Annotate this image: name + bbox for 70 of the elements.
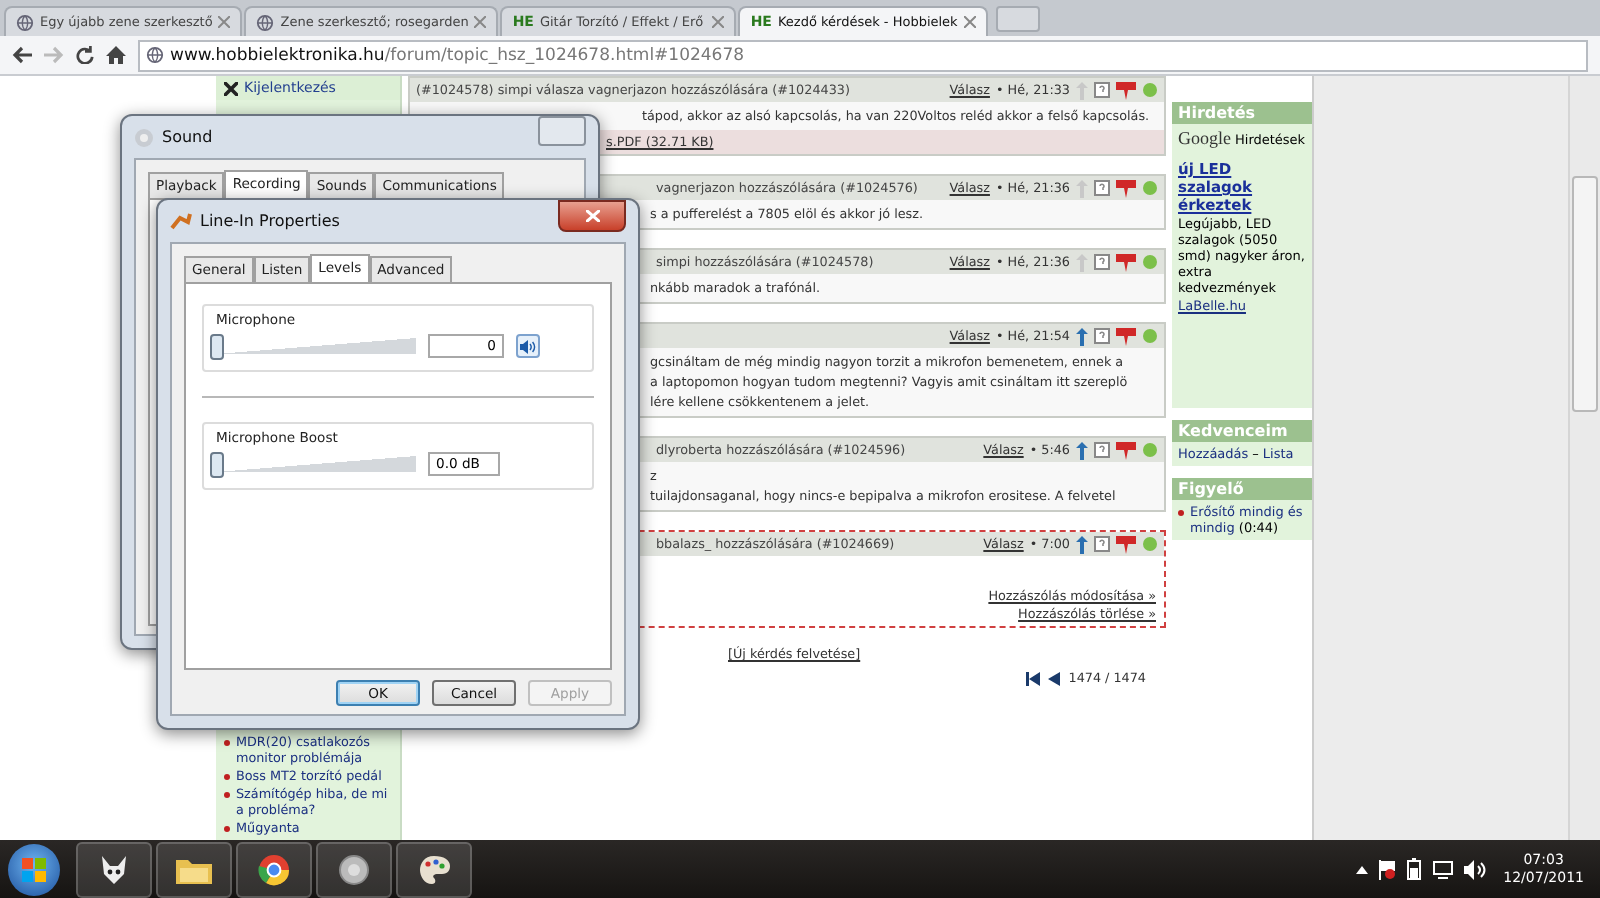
speaker-icon	[134, 127, 154, 147]
panel-header: Figyelő	[1172, 478, 1312, 500]
help-icon[interactable]	[1094, 82, 1110, 98]
thumbs-down-icon[interactable]	[1116, 179, 1136, 197]
level-slider[interactable]	[216, 338, 416, 354]
speaker-icon	[520, 339, 536, 353]
globe-icon	[146, 46, 164, 64]
battery-icon[interactable]	[1405, 858, 1422, 880]
thumbs-down-icon[interactable]	[1116, 441, 1136, 459]
taskbar-app-button[interactable]	[316, 841, 392, 897]
close-icon[interactable]	[963, 16, 976, 28]
thumbs-up-icon[interactable]	[1142, 536, 1158, 552]
palette-icon	[418, 853, 450, 885]
thumbs-down-icon[interactable]	[1116, 81, 1136, 99]
window-title: Line-In Properties	[200, 212, 340, 230]
tray-expand-icon[interactable]	[1355, 865, 1368, 873]
thumbs-down-icon[interactable]	[1116, 327, 1136, 345]
browser-icon	[258, 853, 290, 885]
close-button[interactable]	[558, 200, 626, 232]
up-arrow-icon[interactable]	[1076, 535, 1088, 553]
close-icon[interactable]	[712, 16, 725, 28]
thumbs-up-icon[interactable]	[1142, 254, 1158, 270]
level-slider[interactable]	[216, 456, 416, 472]
thumbs-down-icon[interactable]	[1116, 253, 1136, 271]
help-icon[interactable]	[1094, 328, 1110, 344]
back-icon[interactable]	[12, 46, 32, 64]
slider-thumb[interactable]	[210, 452, 224, 478]
mute-button[interactable]	[516, 334, 540, 358]
taskbar-app-button[interactable]	[396, 841, 472, 897]
help-icon[interactable]	[1094, 442, 1110, 458]
volume-icon[interactable]	[1463, 859, 1486, 879]
fox-icon	[98, 853, 130, 885]
windows-logo-icon	[22, 857, 46, 881]
help-icon[interactable]	[1094, 180, 1110, 196]
home-icon[interactable]	[106, 46, 126, 64]
folder-icon	[176, 855, 212, 883]
cross-icon	[224, 81, 238, 95]
previous-page-icon[interactable]	[1048, 671, 1061, 685]
window-title: Sound	[162, 128, 213, 146]
thumbs-up-icon[interactable]	[1142, 82, 1158, 98]
reload-icon[interactable]	[76, 46, 94, 64]
url-text: www.hobbielektronika.hu/forum/topic_hsz_1024678.html#1024678	[170, 45, 745, 65]
line-in-icon	[170, 210, 192, 232]
address-bar[interactable]: www.hobbielektronika.hu/forum/topic_hsz_1024678.html#1024678	[138, 39, 1588, 71]
thumbs-down-icon[interactable]	[1116, 535, 1136, 553]
globe-icon	[16, 13, 34, 31]
help-icon[interactable]	[1094, 254, 1110, 270]
thumbs-up-icon[interactable]	[1142, 442, 1158, 458]
first-page-icon[interactable]	[1026, 671, 1041, 685]
close-icon[interactable]	[474, 16, 487, 28]
help-icon[interactable]	[1094, 536, 1110, 552]
scrollbar[interactable]	[1568, 76, 1600, 840]
network-icon[interactable]	[1431, 859, 1454, 879]
slider-thumb[interactable]	[210, 334, 224, 360]
flag-icon[interactable]	[1377, 859, 1396, 879]
start-button[interactable]	[8, 843, 60, 895]
panel-header: Kedvenceim	[1172, 420, 1312, 442]
up-arrow-icon[interactable]	[1076, 327, 1088, 345]
disc-icon	[338, 853, 370, 885]
panel-header: Hirdetés	[1172, 102, 1312, 124]
globe-icon	[256, 13, 275, 31]
thumbs-up-icon[interactable]	[1142, 180, 1158, 196]
thumbs-up-icon[interactable]	[1142, 328, 1158, 344]
up-arrow-icon[interactable]	[1076, 441, 1088, 459]
taskbar-app-button[interactable]	[156, 841, 232, 897]
close-icon[interactable]	[218, 16, 231, 28]
taskbar-app-button[interactable]	[76, 841, 152, 897]
taskbar-app-button[interactable]	[236, 841, 312, 897]
close-icon	[585, 210, 599, 222]
provider-logo: Google	[1178, 128, 1231, 148]
